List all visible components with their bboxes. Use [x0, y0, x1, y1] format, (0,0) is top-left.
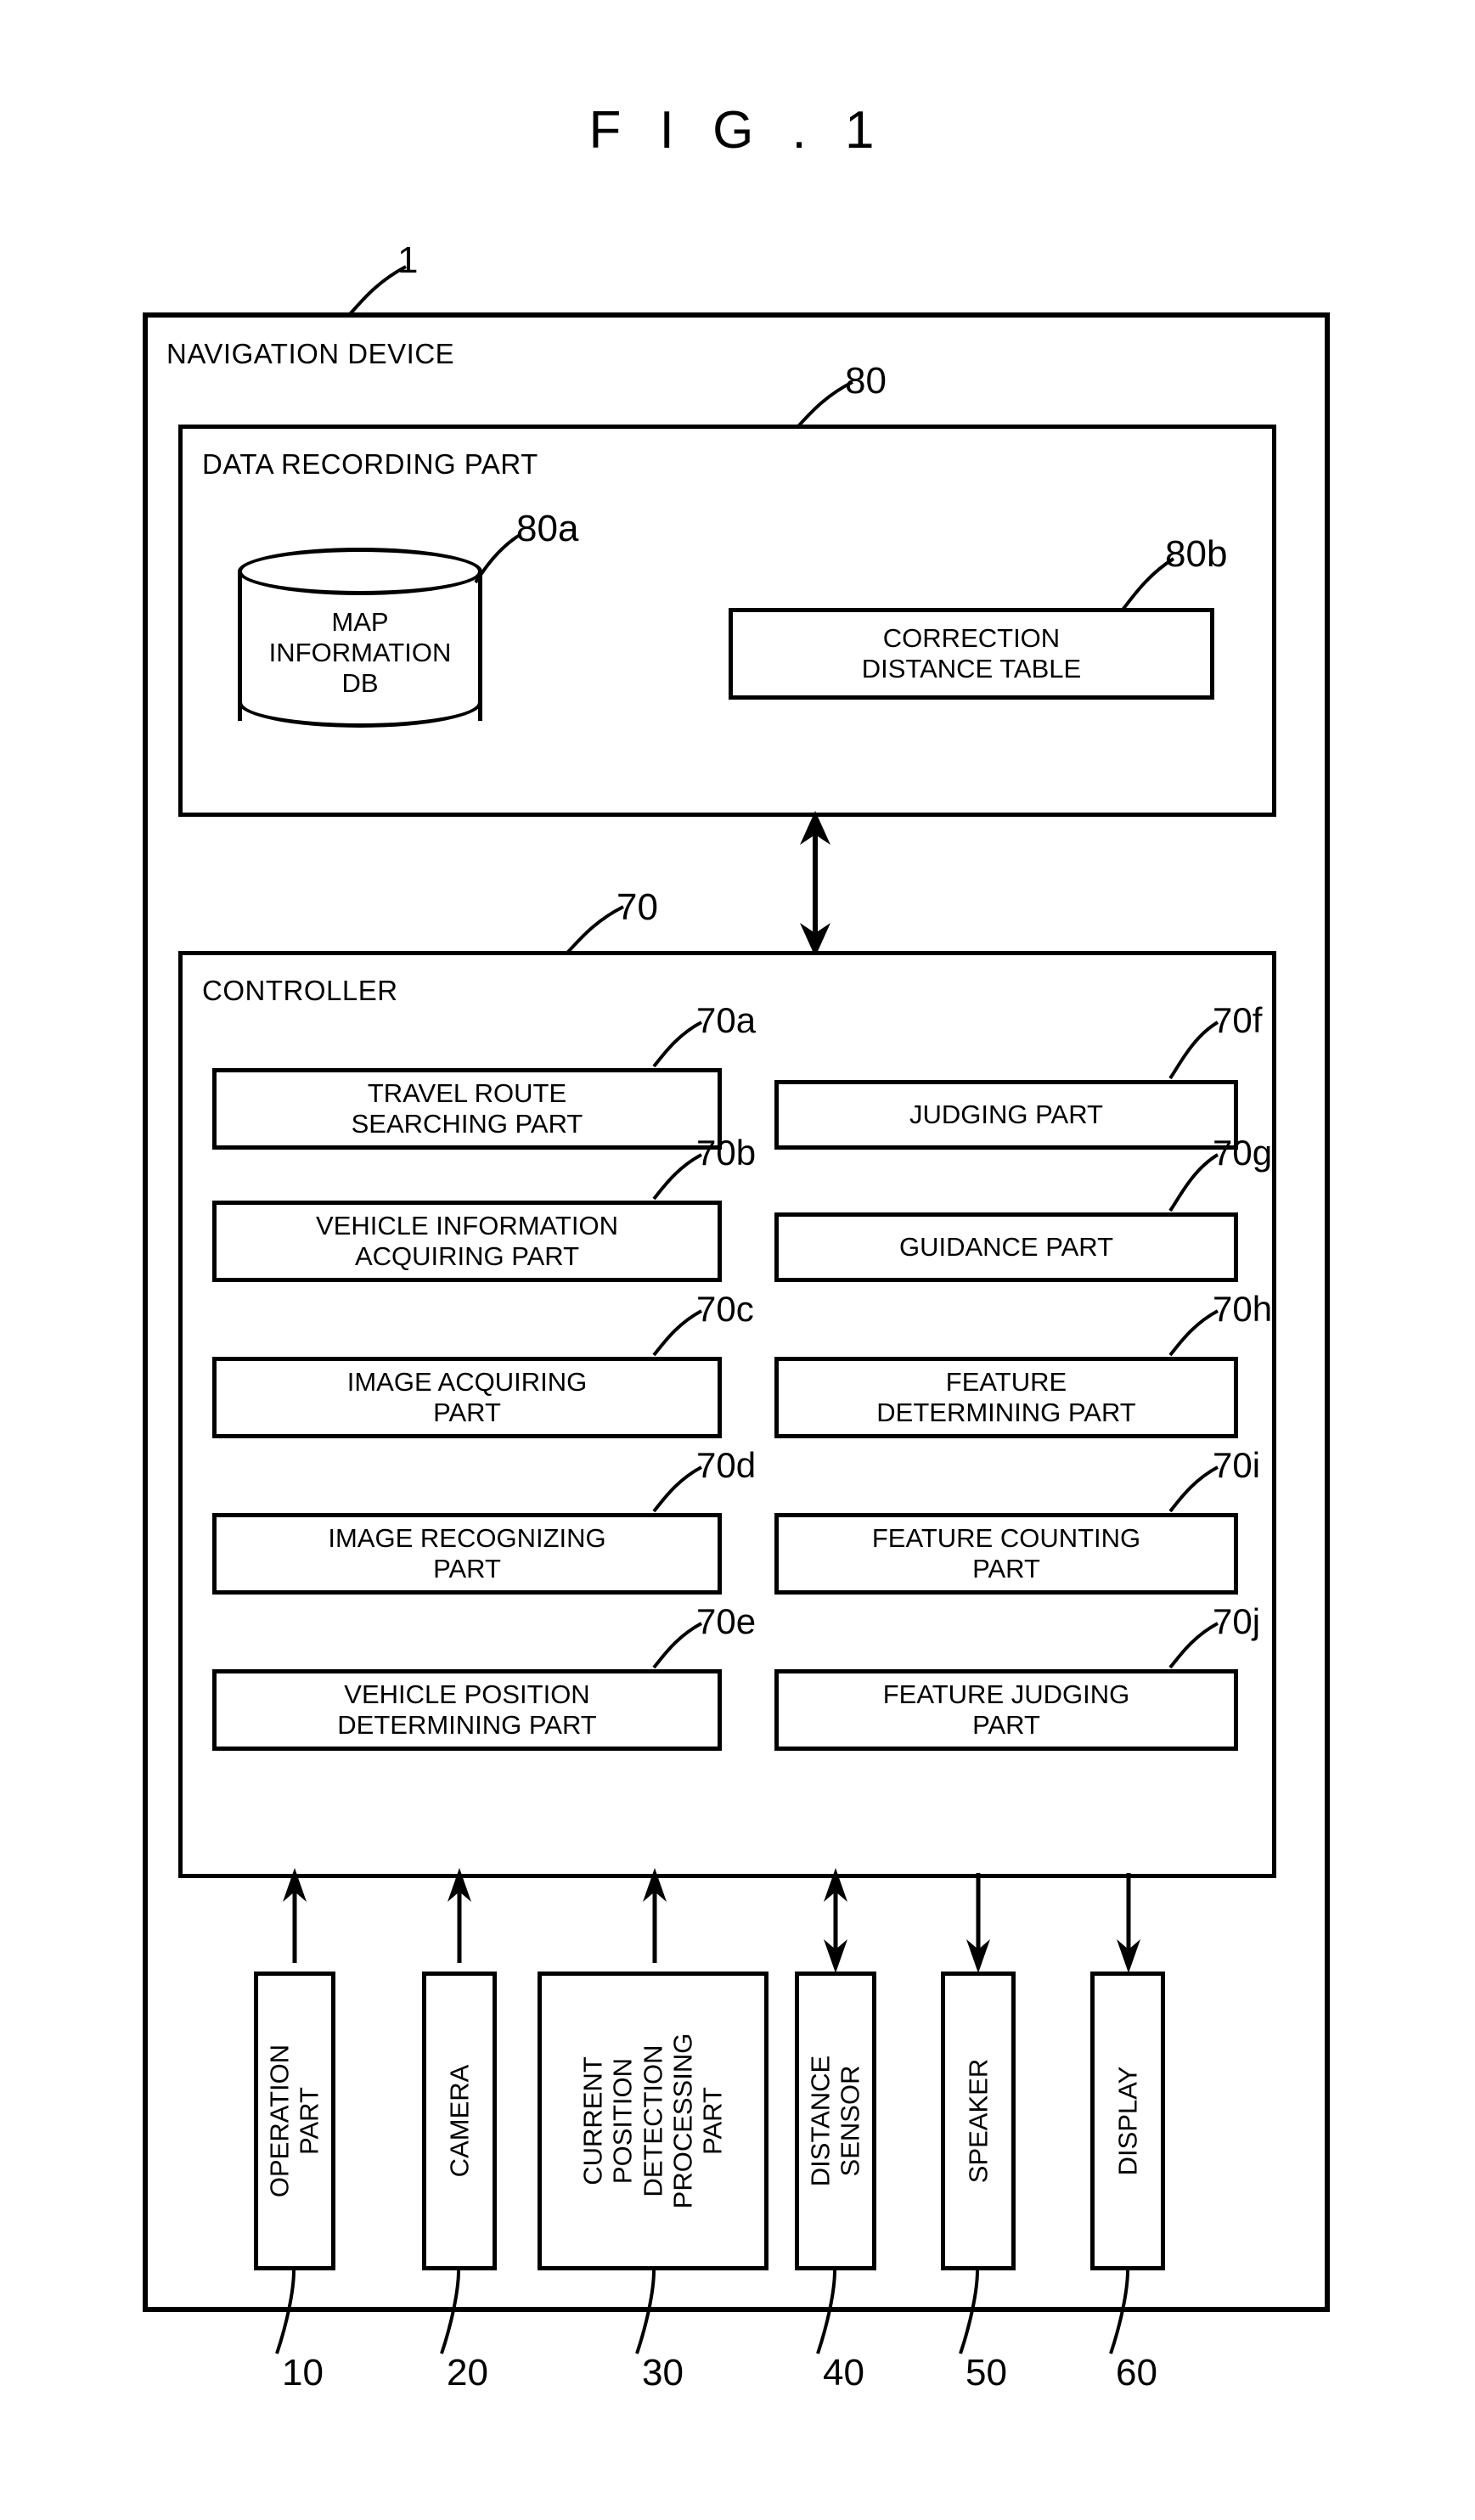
controller-label: CONTROLLER — [202, 975, 398, 1006]
feature-determining-part: FEATURE DETERMINING PART — [774, 1357, 1238, 1438]
image-recognizing-part-label: IMAGE RECOGNIZING PART — [328, 1523, 606, 1583]
judging-part: JUDGING PART — [774, 1080, 1238, 1150]
ref-distance-sensor: 40 — [823, 2352, 864, 2393]
navigation-device-label: NAVIGATION DEVICE — [166, 338, 455, 369]
feature-counting-part: FEATURE COUNTING PART — [774, 1513, 1238, 1595]
ref-controller: 70 — [616, 886, 658, 928]
ref-70e: 70e — [696, 1601, 757, 1641]
ref-70j: 70j — [1213, 1601, 1261, 1641]
vehicle-information-acquiring-part: VEHICLE INFORMATION ACQUIRING PART — [212, 1201, 722, 1282]
ref-data-recording-part: 80 — [845, 360, 887, 402]
feature-determining-part-label: FEATURE DETERMINING PART — [876, 1367, 1136, 1427]
map-information-db-label: MAP INFORMATION DB — [268, 607, 452, 698]
display-box: DISPLAY — [1090, 1972, 1165, 2270]
current-position-detection-processing-part-label: CURRENT POSITION DETECTION PROCESSING PA… — [577, 2033, 728, 2209]
ref-navigation-device: 1 — [397, 239, 419, 281]
correction-distance-table: CORRECTION DISTANCE TABLE — [729, 608, 1214, 700]
ref-correction-distance-table: 80b — [1165, 533, 1228, 575]
ref-70c: 70c — [696, 1289, 754, 1329]
distance-sensor-label: DISTANCE SENSOR — [805, 2055, 865, 2187]
operation-part-box: OPERATION PART — [254, 1972, 335, 2270]
vehicle-position-determining-part-label: VEHICLE POSITION DETERMINING PART — [337, 1679, 597, 1740]
camera-label: CAMERA — [444, 2064, 475, 2178]
vehicle-information-acquiring-part-label: VEHICLE INFORMATION ACQUIRING PART — [316, 1211, 618, 1271]
current-position-detection-processing-part-box: CURRENT POSITION DETECTION PROCESSING PA… — [538, 1972, 768, 2270]
ref-speaker: 50 — [966, 2352, 1007, 2393]
ref-current-position-detection: 30 — [642, 2352, 684, 2393]
cylinder-top-ellipse — [238, 548, 482, 595]
speaker-box: SPEAKER — [941, 1972, 1016, 2270]
judging-part-label: JUDGING PART — [909, 1100, 1103, 1130]
ref-70f: 70f — [1213, 1000, 1263, 1040]
distance-sensor-box: DISTANCE SENSOR — [795, 1972, 876, 2270]
feature-counting-part-label: FEATURE COUNTING PART — [871, 1523, 1141, 1583]
ref-map-information-db: 80a — [516, 508, 579, 549]
travel-route-searching-part: TRAVEL ROUTE SEARCHING PART — [212, 1068, 722, 1150]
ref-camera: 20 — [447, 2352, 488, 2393]
operation-part-label: OPERATION PART — [264, 2044, 324, 2198]
guidance-part-label: GUIDANCE PART — [898, 1232, 1114, 1263]
camera-box: CAMERA — [422, 1972, 497, 2270]
ref-70i: 70i — [1213, 1445, 1261, 1485]
feature-judging-part-label: FEATURE JUDGING PART — [882, 1679, 1130, 1740]
vehicle-position-determining-part: VEHICLE POSITION DETERMINING PART — [212, 1669, 722, 1751]
ref-display: 60 — [1116, 2352, 1157, 2393]
data-recording-part-label: DATA RECORDING PART — [202, 448, 538, 480]
ref-70a: 70a — [696, 1000, 757, 1040]
guidance-part: GUIDANCE PART — [774, 1212, 1238, 1282]
image-acquiring-part: IMAGE ACQUIRING PART — [212, 1357, 722, 1438]
ref-70d: 70d — [696, 1445, 757, 1485]
ref-70h: 70h — [1213, 1289, 1273, 1329]
speaker-label: SPEAKER — [963, 2058, 994, 2184]
ref-70g: 70g — [1213, 1133, 1273, 1173]
display-label: DISPLAY — [1112, 2066, 1143, 2176]
travel-route-searching-part-label: TRAVEL ROUTE SEARCHING PART — [351, 1078, 583, 1139]
map-information-db: MAP INFORMATION DB — [238, 548, 482, 743]
figure-title: F I G . 1 — [588, 101, 887, 160]
correction-distance-table-label: CORRECTION DISTANCE TABLE — [861, 623, 1082, 683]
ref-operation-part: 10 — [282, 2352, 324, 2393]
ref-70b: 70b — [696, 1133, 757, 1173]
feature-judging-part: FEATURE JUDGING PART — [774, 1669, 1238, 1751]
image-acquiring-part-label: IMAGE ACQUIRING PART — [346, 1367, 588, 1427]
image-recognizing-part: IMAGE RECOGNIZING PART — [212, 1513, 722, 1595]
